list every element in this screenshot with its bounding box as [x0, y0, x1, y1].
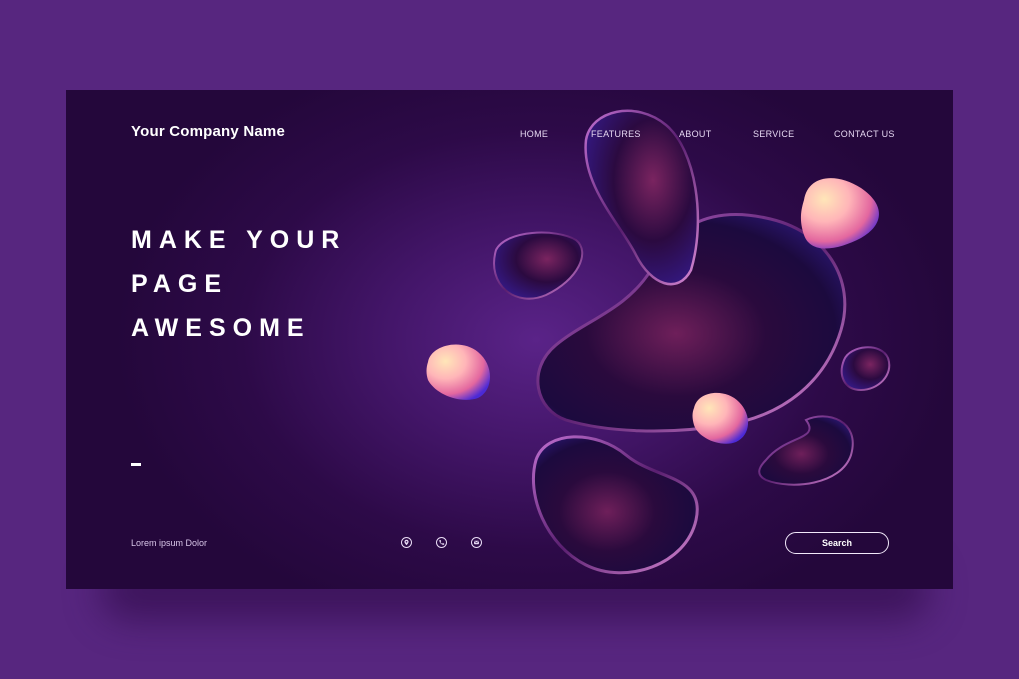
hero-headline: MAKE YOUR PAGE AWESOME	[131, 218, 346, 350]
hero-line: AWESOME	[131, 314, 311, 342]
nav-item-contact-us[interactable]: CONTACT US	[834, 129, 895, 139]
large-blob-shape	[536, 213, 847, 433]
nav-item-home[interactable]: HOME	[520, 129, 548, 139]
location-pin-icon[interactable]	[401, 537, 412, 548]
bottom-blob-shape	[531, 435, 699, 575]
pink-candy-shape	[800, 178, 880, 249]
message-icon[interactable]	[471, 537, 482, 548]
nav-item-features[interactable]: FEATURES	[591, 129, 641, 139]
nav-item-service[interactable]: SERVICE	[753, 129, 794, 139]
pink-candy-shape	[692, 392, 749, 444]
hero-dash-divider	[131, 463, 141, 466]
hero-line: PAGE	[131, 270, 228, 298]
nav-item-about[interactable]: ABOUT	[679, 129, 712, 139]
phone-icon[interactable]	[436, 537, 447, 548]
lower-right-blob-shape	[758, 415, 854, 486]
right-blob-shape	[840, 346, 891, 392]
main-nav: HOME FEATURES ABOUT SERVICE CONTACT US	[66, 129, 953, 143]
page-background: Your Company Name HOME FEATURES ABOUT SE…	[0, 0, 1019, 679]
hero-line: MAKE YOUR	[131, 226, 347, 254]
pink-candy-shape	[426, 344, 490, 400]
search-button[interactable]: Search	[785, 532, 889, 554]
small-blob-shape	[493, 231, 584, 300]
landing-card: Your Company Name HOME FEATURES ABOUT SE…	[66, 90, 953, 589]
footer-text: Lorem ipsum Dolor	[131, 538, 208, 548]
